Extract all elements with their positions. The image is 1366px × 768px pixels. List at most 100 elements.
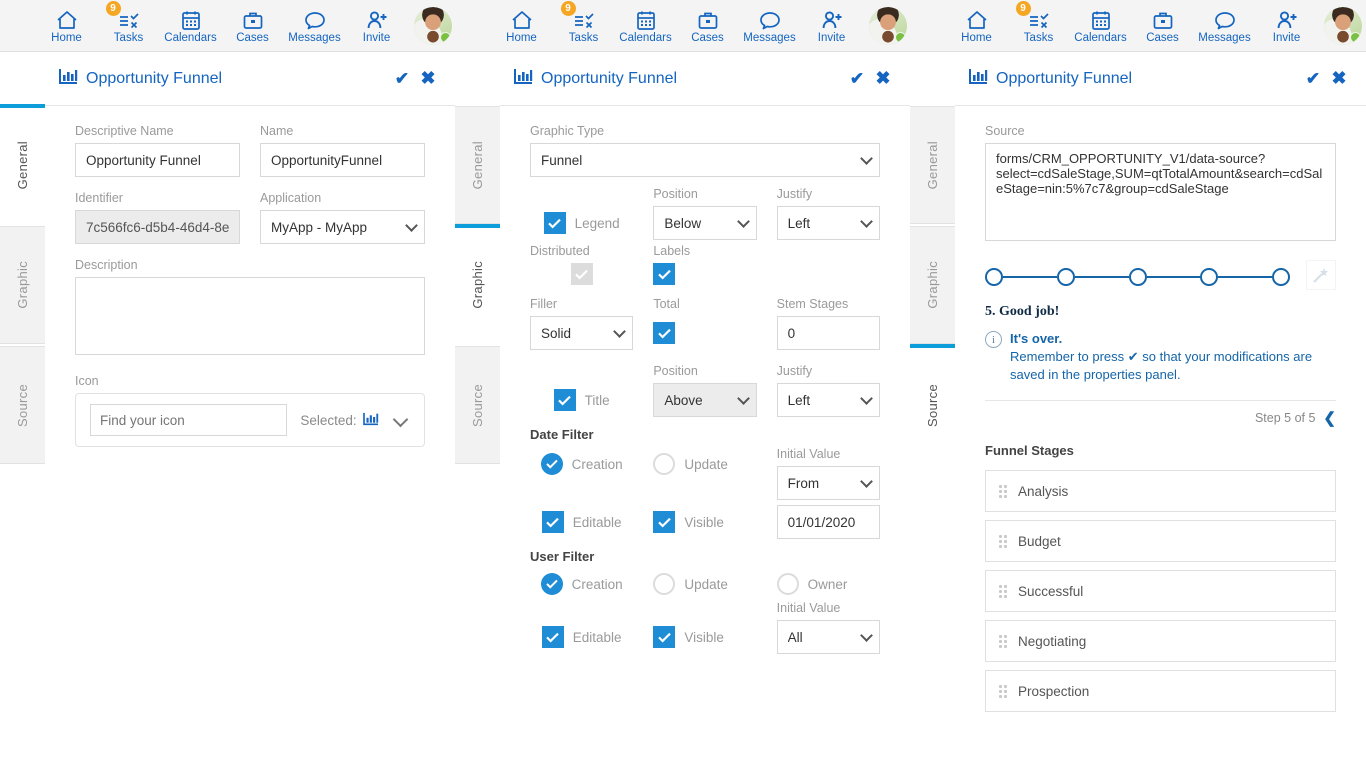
nav-item-cases[interactable]: Cases	[679, 0, 737, 52]
title-justify-select[interactable]: Left	[777, 383, 880, 417]
user-creation-radio[interactable]	[541, 573, 563, 595]
nav-label: Cases	[691, 32, 724, 44]
nav-item-home[interactable]: Home	[493, 0, 551, 52]
confirm-button[interactable]: ✔	[844, 66, 870, 92]
step-node-2[interactable]	[1057, 268, 1075, 286]
confirm-button[interactable]: ✔	[389, 66, 415, 92]
date-creation-radio[interactable]	[541, 453, 563, 475]
close-button[interactable]: ✖	[1326, 66, 1352, 92]
nav-item-invite[interactable]: Invite	[1258, 0, 1316, 52]
list-item[interactable]: Analysis	[985, 470, 1336, 512]
identifier-input[interactable]	[75, 210, 240, 244]
icon-dropdown-toggle[interactable]	[392, 411, 410, 429]
nav-item-invite[interactable]: Invite	[803, 0, 861, 52]
application-select[interactable]: MyApp - MyApp	[260, 210, 425, 244]
section-heading: User Filter	[530, 549, 880, 564]
date-visible-checkbox[interactable]	[653, 511, 675, 533]
drag-handle-icon[interactable]	[998, 634, 1008, 648]
field-label: Position	[653, 187, 756, 201]
user-visible-checkbox[interactable]	[653, 626, 675, 648]
nav-item-home[interactable]: Home	[948, 0, 1006, 52]
list-item[interactable]: Budget	[985, 520, 1336, 562]
nav-item-tasks[interactable]: 9 Tasks	[1010, 0, 1068, 52]
list-item[interactable]: Successful	[985, 570, 1336, 612]
legend-position-select[interactable]: Below	[653, 206, 756, 240]
nav-item-messages[interactable]: Messages	[1196, 0, 1254, 52]
legend-justify-select[interactable]: Left	[777, 206, 880, 240]
tab-source[interactable]: Source	[910, 346, 956, 464]
drag-handle-icon[interactable]	[998, 534, 1008, 548]
properties-panel-graphic: General Graphic Source Opportunity Funne…	[455, 52, 910, 768]
list-item[interactable]: Negotiating	[985, 620, 1336, 662]
tab-graphic[interactable]: Graphic	[910, 226, 956, 344]
descriptive-name-input[interactable]	[75, 143, 240, 177]
avatar[interactable]	[1324, 7, 1362, 45]
source-textarea[interactable]: forms/CRM_OPPORTUNITY_V1/data-source?sel…	[985, 143, 1336, 241]
chart-bar-icon	[969, 68, 988, 90]
legend-checkbox[interactable]	[544, 212, 566, 234]
nav-item-calendars[interactable]: Calendars	[162, 0, 220, 52]
nav-item-messages[interactable]: Messages	[286, 0, 344, 52]
title-position-select[interactable]: Above	[653, 383, 756, 417]
step-link	[1075, 276, 1129, 278]
nav-item-calendars[interactable]: Calendars	[1072, 0, 1130, 52]
avatar[interactable]	[414, 7, 452, 45]
date-initial-value-wrap: From	[777, 466, 880, 500]
nav-item-cases[interactable]: Cases	[224, 0, 282, 52]
nav-item-home[interactable]: Home	[38, 0, 96, 52]
tasks-badge: 9	[561, 1, 576, 16]
user-initial-value-select[interactable]: All	[777, 620, 880, 654]
step-node-5[interactable]	[1272, 268, 1290, 286]
drag-handle-icon[interactable]	[998, 584, 1008, 598]
name-input[interactable]	[260, 143, 425, 177]
tab-graphic[interactable]: Graphic	[0, 226, 46, 344]
tab-general[interactable]: General	[0, 106, 46, 224]
chevron-left-icon[interactable]: ❮	[1323, 409, 1336, 427]
date-update-radio[interactable]	[653, 453, 675, 475]
user-creation-label: Creation	[572, 577, 623, 592]
nav-item-calendars[interactable]: Calendars	[617, 0, 675, 52]
nav-item-invite[interactable]: Invite	[348, 0, 406, 52]
date-editable-checkbox[interactable]	[542, 511, 564, 533]
step-node-1[interactable]	[985, 268, 1003, 286]
invite-user-icon	[820, 9, 844, 31]
tab-graphic[interactable]: Graphic	[455, 226, 501, 344]
confirm-button[interactable]: ✔	[1300, 66, 1326, 92]
step-node-3[interactable]	[1129, 268, 1147, 286]
magic-wand-icon[interactable]	[1306, 260, 1336, 290]
description-textarea[interactable]	[75, 277, 425, 355]
title-checkbox[interactable]	[554, 389, 576, 411]
labels-checkbox[interactable]	[653, 263, 675, 285]
tab-general[interactable]: General	[455, 106, 501, 224]
nav-item-messages[interactable]: Messages	[741, 0, 799, 52]
graphic-type-select[interactable]: Funnel	[530, 143, 880, 177]
tab-source[interactable]: Source	[0, 346, 46, 464]
close-button[interactable]: ✖	[415, 66, 441, 92]
user-editable-checkbox[interactable]	[542, 626, 564, 648]
nav-item-tasks[interactable]: 9 Tasks	[555, 0, 613, 52]
initial-date-input[interactable]	[777, 505, 880, 539]
user-visible-row: Visible	[653, 620, 756, 654]
nav-item-cases[interactable]: Cases	[1134, 0, 1192, 52]
drag-handle-icon[interactable]	[998, 484, 1008, 498]
list-item[interactable]: Prospection	[985, 670, 1336, 712]
date-initial-value-select[interactable]: From	[777, 466, 880, 500]
close-button[interactable]: ✖	[870, 66, 896, 92]
properties-panel-source: General Graphic Source Opportunity Funne…	[910, 52, 1366, 768]
avatar[interactable]	[869, 7, 907, 45]
field-stem-stages: Stem Stages	[777, 297, 880, 350]
nav-item-tasks[interactable]: 9 Tasks	[100, 0, 158, 52]
tab-general[interactable]: General	[910, 106, 956, 224]
nav-label: Home	[961, 32, 992, 44]
step-node-4[interactable]	[1200, 268, 1218, 286]
stem-stages-input[interactable]	[777, 316, 880, 350]
total-checkbox[interactable]	[653, 322, 675, 344]
tab-source[interactable]: Source	[455, 346, 501, 464]
panel-body: Opportunity Funnel ✔ ✖ Graphic Type Funn…	[500, 52, 910, 768]
user-owner-radio[interactable]	[777, 573, 799, 595]
icon-search-input[interactable]	[90, 404, 287, 436]
user-update-radio[interactable]	[653, 573, 675, 595]
drag-handle-icon[interactable]	[998, 684, 1008, 698]
application-select-wrap: MyApp - MyApp	[260, 210, 425, 244]
filler-select[interactable]: Solid	[530, 316, 633, 350]
